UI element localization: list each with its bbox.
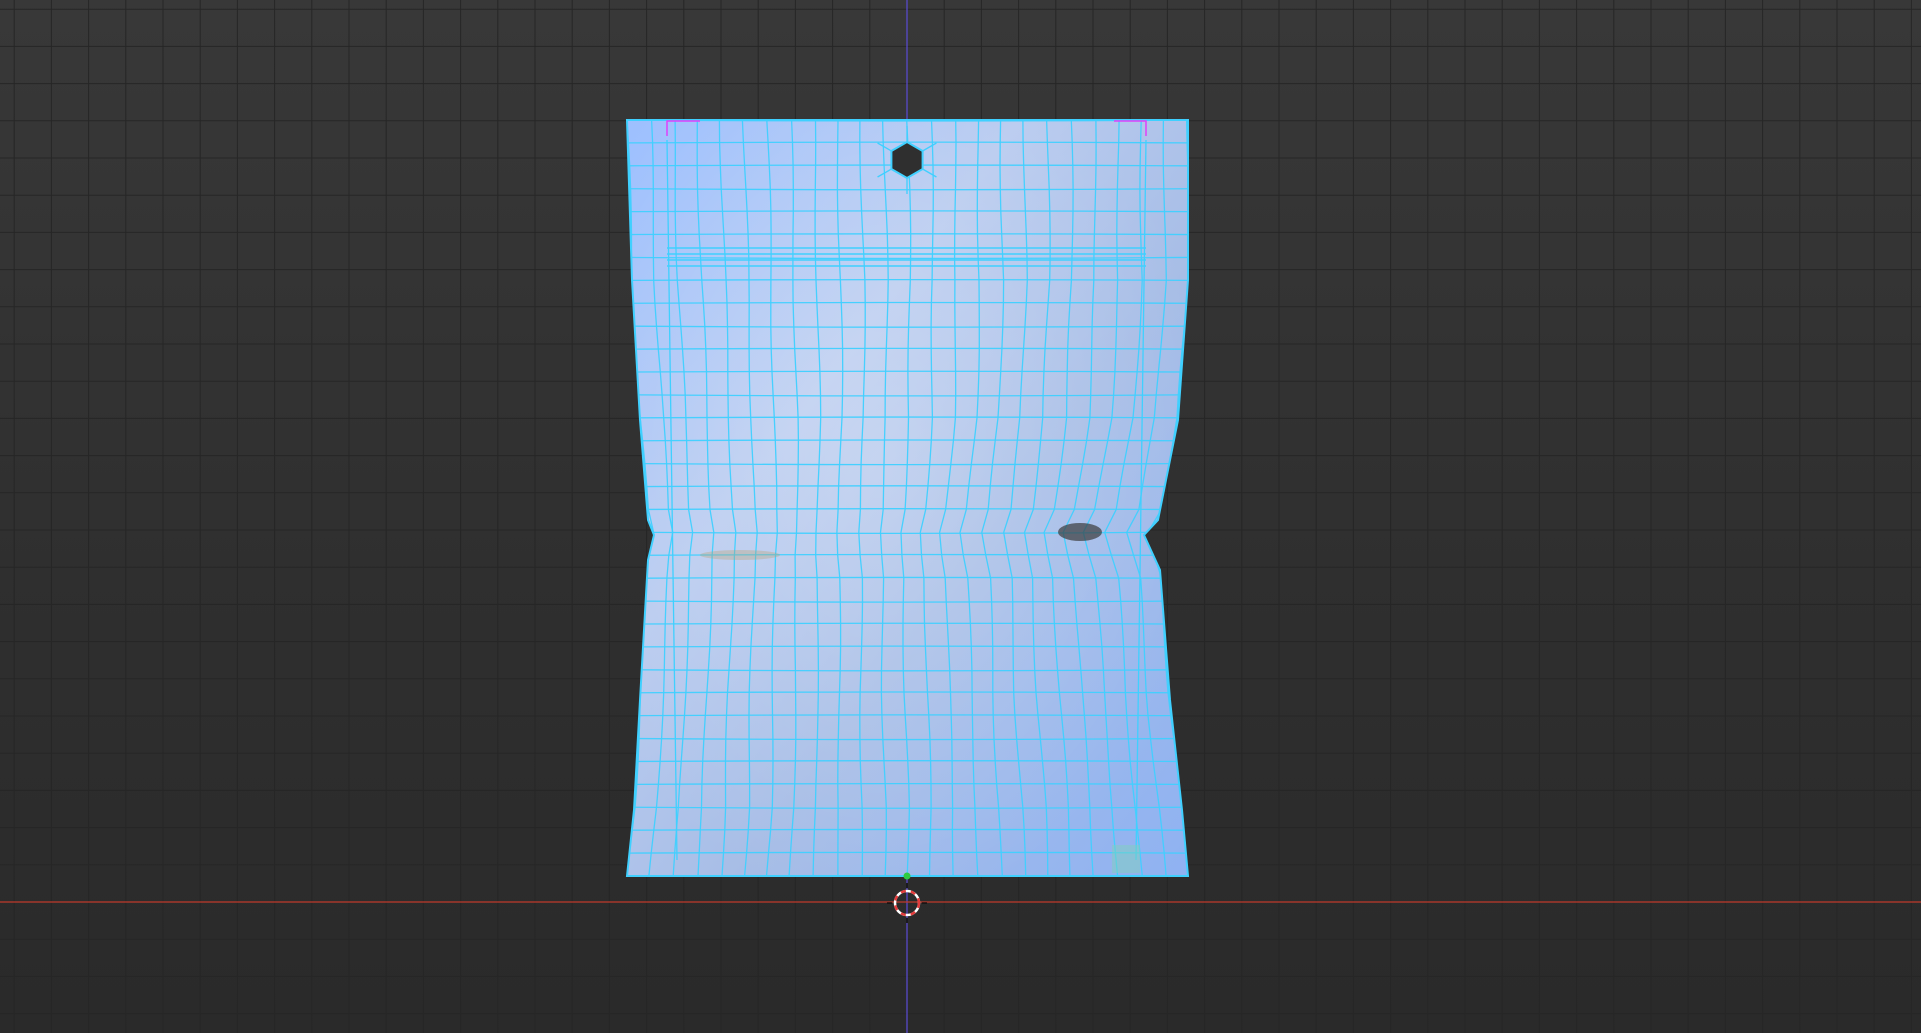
viewport-scene[interactable] [0, 0, 1921, 1033]
hexagon-hole-icon [890, 140, 924, 180]
3d-viewport[interactable] [0, 0, 1921, 1033]
pouch-mesh-object[interactable] [625, 119, 1190, 877]
object-origin-dot [903, 872, 911, 880]
